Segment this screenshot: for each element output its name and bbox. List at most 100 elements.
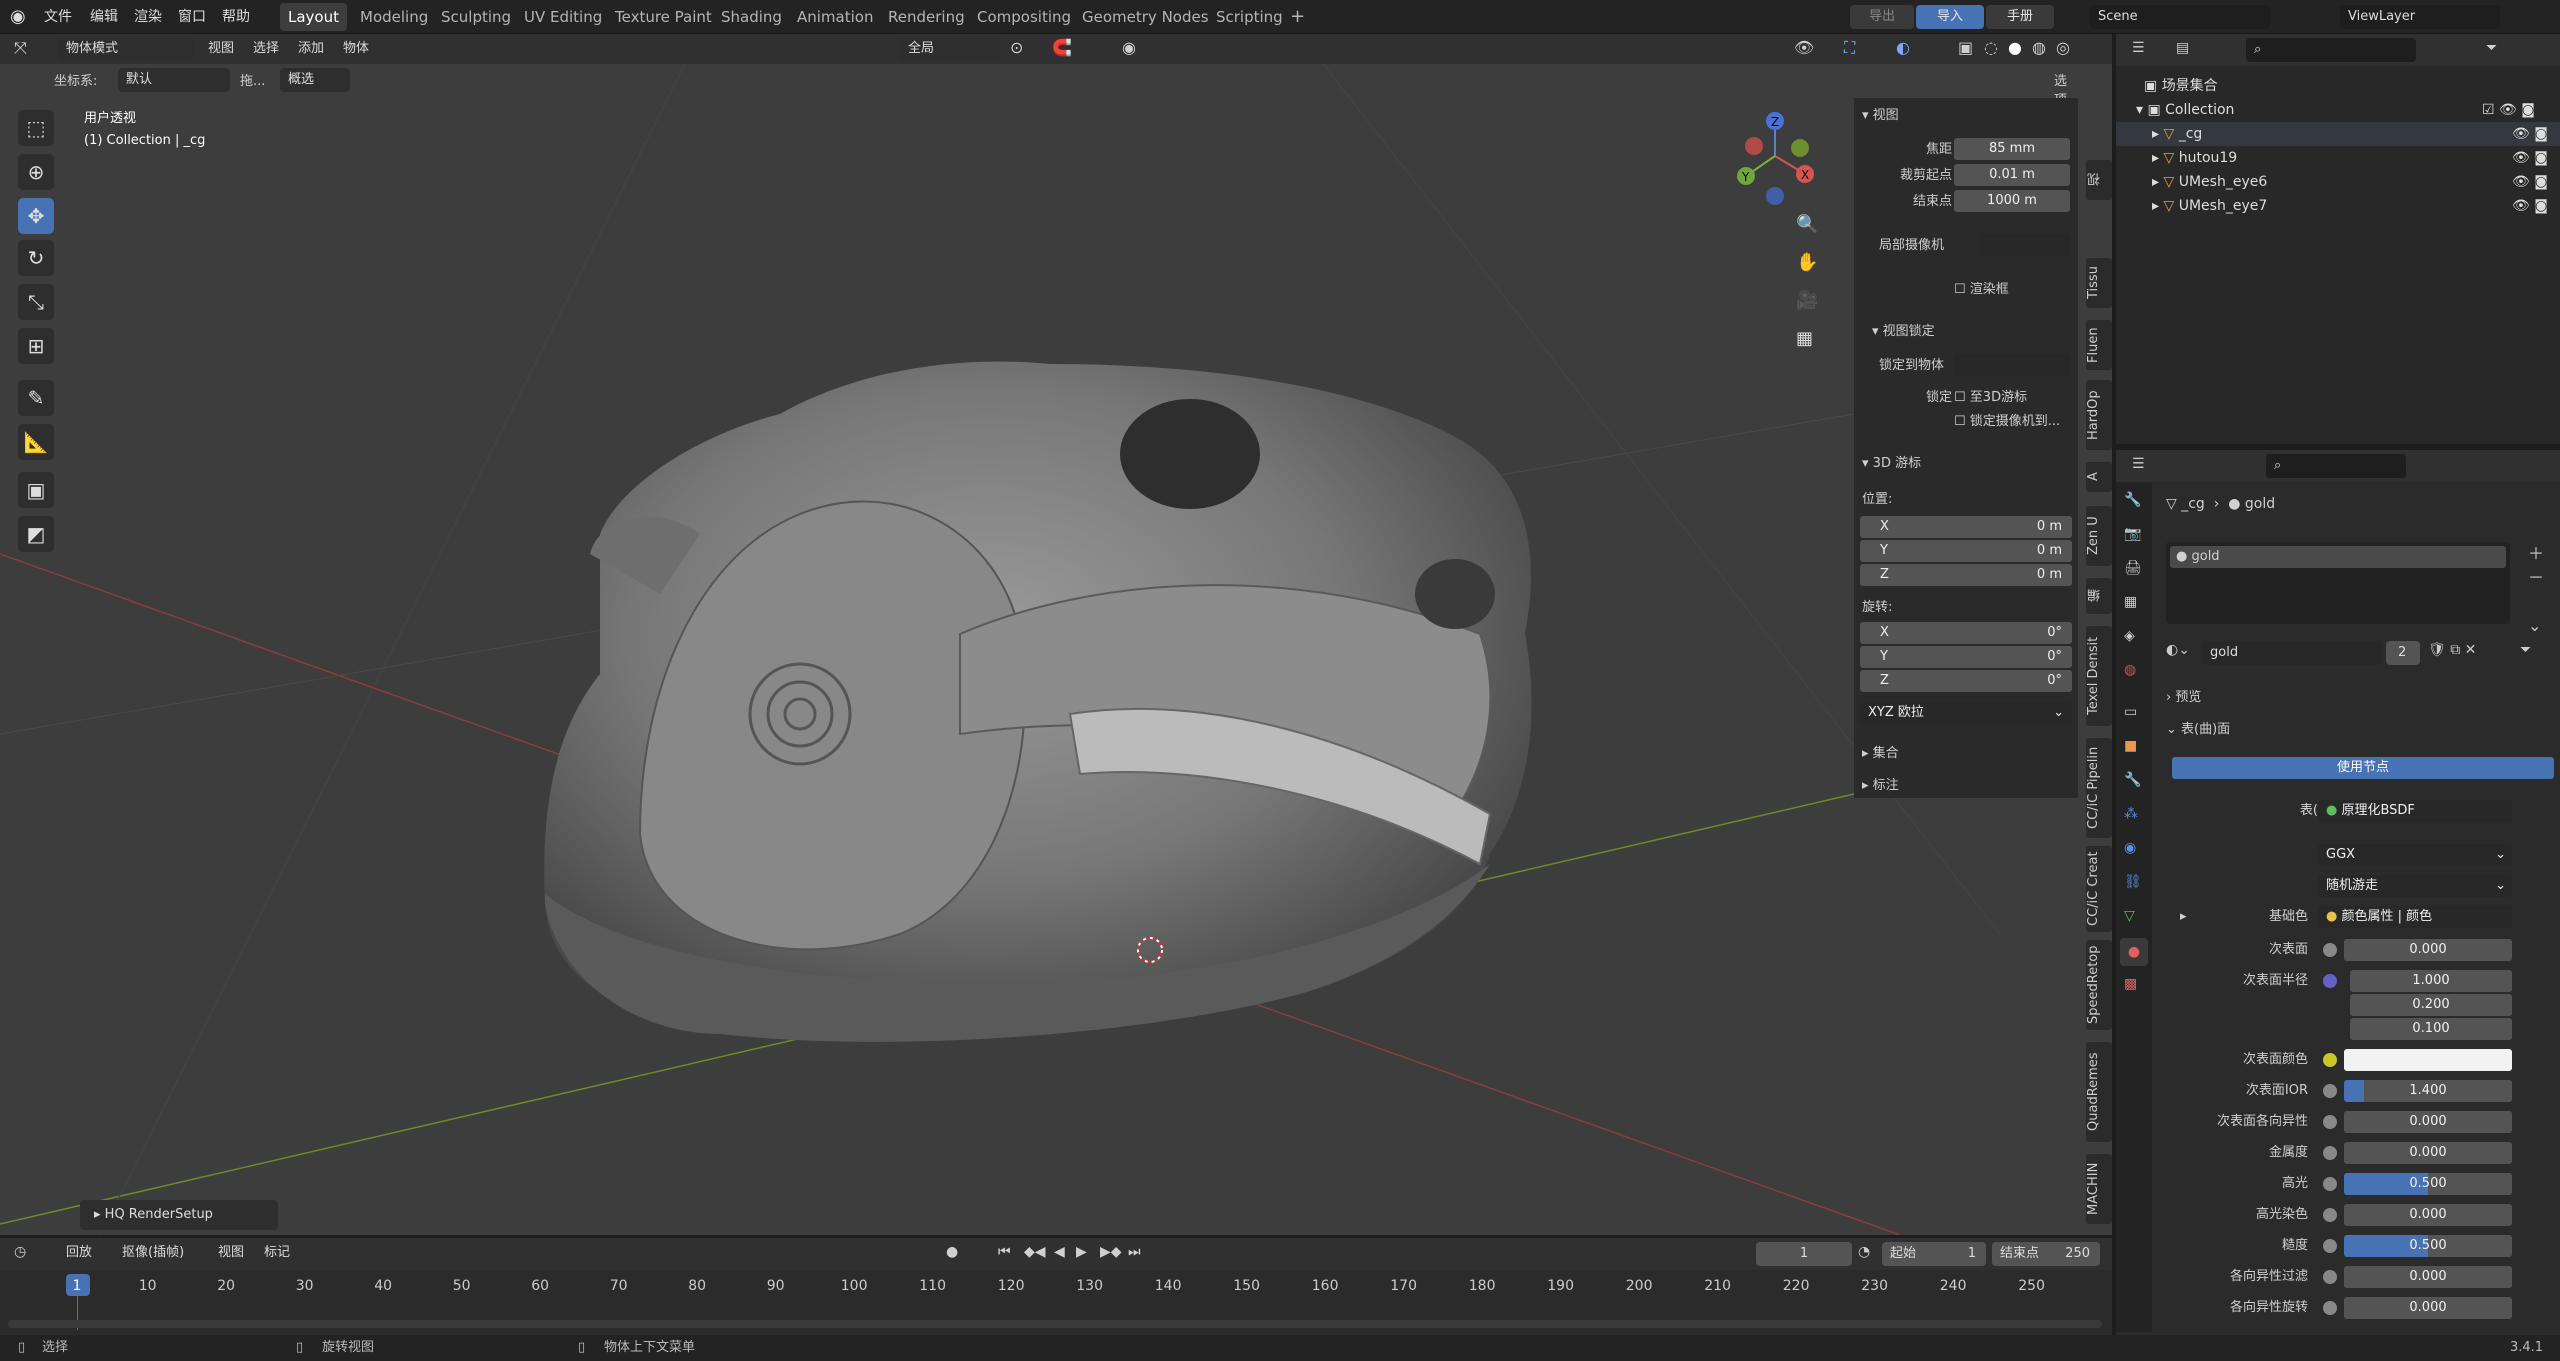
- subsurface-anisotropy-field[interactable]: 0.000: [2344, 1111, 2512, 1133]
- export-button[interactable]: 导出: [1850, 5, 1914, 29]
- shading-solid-icon[interactable]: ●: [2008, 38, 2022, 57]
- metallic-field[interactable]: 0.000: [2344, 1142, 2512, 1164]
- manual-button[interactable]: 手册: [1986, 5, 2054, 29]
- subsurface-radius-y[interactable]: 0.200: [2350, 994, 2512, 1016]
- preview-section-header[interactable]: › 预览: [2166, 686, 2201, 705]
- menu-view[interactable]: 视图: [208, 32, 234, 66]
- socket-dot-icon[interactable]: [2323, 1239, 2337, 1253]
- socket-dot-icon[interactable]: [2323, 1053, 2337, 1067]
- socket-dot-icon[interactable]: [2323, 974, 2337, 988]
- view-lock-header[interactable]: ▾ 视图锁定: [1854, 320, 2078, 344]
- socket-dot-icon[interactable]: [2323, 1270, 2337, 1284]
- extra-tool-icon[interactable]: ◩: [18, 516, 54, 552]
- sidetab-speedretop[interactable]: SpeedRetop: [2086, 940, 2112, 1030]
- snap-icon[interactable]: 🧲: [1052, 38, 1072, 57]
- use-nodes-button[interactable]: 使用节点: [2172, 757, 2554, 779]
- socket-dot-icon[interactable]: [2323, 1301, 2337, 1315]
- roughness-field[interactable]: 0.500: [2344, 1235, 2512, 1257]
- outliner-item-umesh-eye7[interactable]: ▸ ▽ UMesh_eye7 👁 ◙: [2116, 194, 2560, 218]
- tab-modeling[interactable]: Modeling: [352, 3, 436, 31]
- tab-animation[interactable]: Animation: [789, 3, 881, 31]
- display-mode-icon[interactable]: ▤: [2176, 40, 2189, 56]
- menu-render[interactable]: 渲染: [134, 0, 162, 34]
- pan-hand-icon[interactable]: ✋: [1796, 252, 1818, 273]
- tab-shading[interactable]: Shading: [713, 3, 790, 31]
- cursor-loc-z[interactable]: Z0 m: [1860, 564, 2072, 586]
- 3d-viewport[interactable]: 用户透视 (1) Collection | _cg ⬚ ⊕ ✥ ↻ ⤡ ⊞ ✎ …: [0, 34, 2112, 1235]
- user-count-badge[interactable]: 2: [2386, 641, 2420, 665]
- output-tab-icon[interactable]: 🖨: [2124, 560, 2142, 576]
- texture-tab-icon[interactable]: ▩: [2124, 976, 2137, 992]
- surface-shader-field[interactable]: ● 原理化BSDF: [2318, 800, 2512, 822]
- menu-add[interactable]: 添加: [298, 32, 324, 66]
- surface-section-header[interactable]: ⌄ 表(曲)面: [2166, 718, 2230, 737]
- scene-collection-row[interactable]: ▣ 场景集合: [2116, 74, 2560, 98]
- sidetab-cc-pipeline[interactable]: CC/iC Pipelin: [2086, 738, 2112, 838]
- lock-object-field[interactable]: [1954, 354, 2070, 376]
- cursor-loc-x[interactable]: X0 m: [1860, 516, 2072, 538]
- base-color-field[interactable]: ● 颜色属性 | 颜色: [2318, 906, 2512, 928]
- timeline-scrollbar[interactable]: [8, 1320, 2102, 1328]
- outliner-item-umesh-eye6[interactable]: ▸ ▽ UMesh_eye6 👁 ◙: [2116, 170, 2560, 194]
- navigation-gizmo[interactable]: Z X Y: [1730, 106, 1820, 206]
- cursor-rot-z[interactable]: Z 0°: [1860, 670, 2072, 692]
- scene-tab-icon[interactable]: ◈: [2124, 628, 2135, 644]
- sidetab-fluent[interactable]: Fluen: [2086, 320, 2112, 370]
- menu-select[interactable]: 选择: [253, 32, 279, 66]
- sidetab-hardops[interactable]: HardOp: [2086, 380, 2112, 450]
- shading-material-icon[interactable]: ◍: [2032, 38, 2046, 57]
- render-region-checkbox[interactable]: 渲染框: [1970, 282, 2009, 297]
- sidetab-cc-create[interactable]: CC/iC Creat: [2086, 846, 2112, 932]
- 3d-cursor-header[interactable]: ▾ 3D 游标: [1854, 452, 2078, 476]
- sidetab-edit[interactable]: 编: [2086, 578, 2112, 614]
- coord-selector[interactable]: 默认: [118, 68, 230, 92]
- material-slots-list[interactable]: ● gold: [2166, 542, 2510, 624]
- socket-dot-icon[interactable]: [2323, 1115, 2337, 1129]
- outliner-item-hutou19[interactable]: ▸ ▽ hutou19 👁 ◙: [2116, 146, 2560, 170]
- transform-tool-icon[interactable]: ⊞: [18, 328, 54, 364]
- sidetab-zen-uv[interactable]: Zen U: [2086, 506, 2112, 566]
- tool-tab-icon[interactable]: 🔧: [2124, 492, 2141, 508]
- add-cube-tool-icon[interactable]: ▣: [18, 472, 54, 508]
- measure-tool-icon[interactable]: 📐: [18, 424, 54, 460]
- select-mode-selector[interactable]: 概选: [280, 68, 350, 92]
- camera-view-icon[interactable]: 🎥: [1796, 290, 1818, 311]
- scale-tool-icon[interactable]: ⤡: [18, 284, 54, 320]
- import-button[interactable]: 导入: [1916, 5, 1984, 29]
- editor-type-icon[interactable]: ⤧: [14, 38, 27, 58]
- socket-dot-icon[interactable]: [2323, 1146, 2337, 1160]
- material-tab-icon[interactable]: ●: [2120, 938, 2148, 966]
- subsurface-field[interactable]: 0.000: [2344, 939, 2512, 961]
- specular-tint-field[interactable]: 0.000: [2344, 1204, 2512, 1226]
- sidetab-texel-density[interactable]: Texel Densit: [2086, 626, 2112, 726]
- move-tool-icon[interactable]: ✥: [18, 198, 54, 234]
- clip-start-field[interactable]: 0.01 m: [1954, 164, 2070, 186]
- menu-help[interactable]: 帮助: [222, 0, 250, 34]
- lock-3d-cursor-checkbox[interactable]: 至3D游标: [1970, 390, 2027, 405]
- link-icon[interactable]: ⏷: [2520, 642, 2531, 658]
- menu-object[interactable]: 物体: [343, 32, 369, 66]
- view-section-header[interactable]: ▾ 视图: [1854, 104, 2078, 128]
- physics-tab-icon[interactable]: ◉: [2124, 840, 2136, 856]
- render-tab-icon[interactable]: 📷: [2124, 526, 2141, 542]
- properties-search-input[interactable]: ⌕: [2266, 454, 2406, 478]
- scene-selector[interactable]: Scene: [2090, 5, 2270, 29]
- xray-icon[interactable]: ▣: [1958, 38, 1973, 57]
- material-slot-item[interactable]: ● gold: [2170, 546, 2506, 568]
- tab-geometry-nodes[interactable]: Geometry Nodes: [1074, 3, 1217, 31]
- anisotropic-field[interactable]: 0.000: [2344, 1266, 2512, 1288]
- base-color-row[interactable]: ▸ 基础色: [2178, 904, 2308, 930]
- filter-icon[interactable]: ⏷: [2486, 40, 2497, 56]
- select-box-tool[interactable]: ⬚: [18, 110, 54, 146]
- blender-logo-icon[interactable]: ◉: [10, 0, 26, 34]
- focal-length-field[interactable]: 85 mm: [1954, 138, 2070, 160]
- collection-tab-icon[interactable]: ▭: [2124, 704, 2137, 720]
- data-tab-icon[interactable]: ▽: [2124, 908, 2135, 924]
- annotation-section-header[interactable]: ▸ 标注: [1854, 774, 2078, 798]
- tab-texture-paint[interactable]: Texture Paint: [607, 3, 720, 31]
- mode-selector[interactable]: 物体模式: [58, 37, 194, 61]
- sidetab-tissu[interactable]: Tissu: [2086, 258, 2112, 308]
- subsurface-method-selector[interactable]: 随机游走 ⌄: [2318, 875, 2512, 897]
- outliner-search-input[interactable]: ⌕: [2246, 38, 2416, 62]
- subsurface-ior-field[interactable]: 1.400: [2344, 1080, 2512, 1102]
